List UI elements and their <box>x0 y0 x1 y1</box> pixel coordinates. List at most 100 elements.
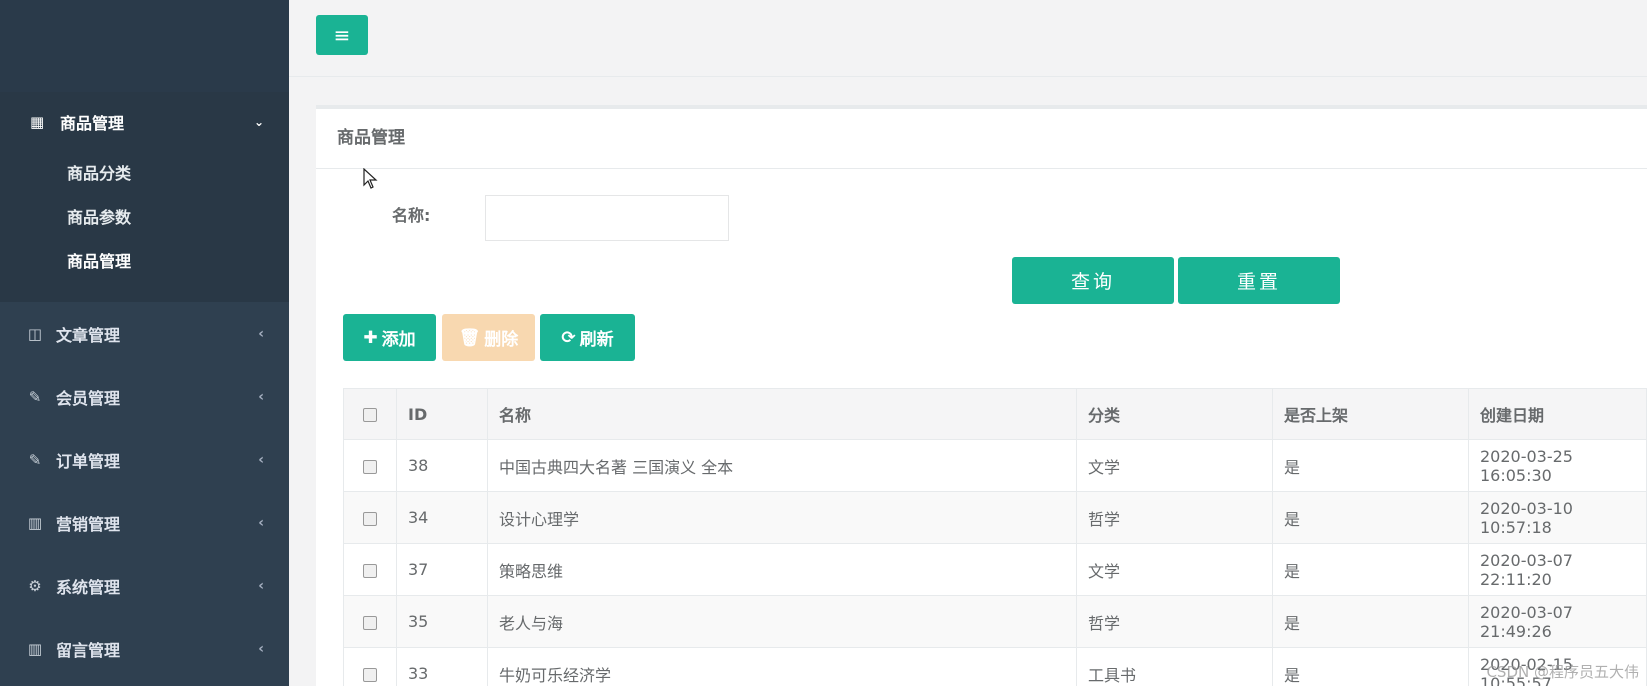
table-row[interactable]: 38 中国古典四大名著 三国演义 全本 文学 是 2020-03-25 16:0… <box>343 439 1647 492</box>
row-checkbox[interactable] <box>363 563 377 578</box>
name-label: 名称: <box>392 206 431 225</box>
sidebar-item-members[interactable]: ✎ 会员管理 ‹ <box>0 365 289 428</box>
goods-panel: 商品管理 名称: 查询 重置 ✚ 添加 🗑 删除 ⟳ 刷新 ID 名称 分类 是… <box>316 105 1647 686</box>
query-button[interactable]: 查询 <box>1012 257 1174 304</box>
cell-category: 哲学 <box>1076 491 1273 544</box>
cell-id: 33 <box>396 647 488 686</box>
cell-id: 37 <box>396 543 488 596</box>
table-row[interactable]: 33 牛奶可乐经济学 工具书 是 2020-02-15 10:55:57 <box>343 647 1647 686</box>
sidebar-item-label: 订单管理 <box>56 451 121 471</box>
sidebar-item-marketing[interactable]: ▥ 营销管理 ‹ <box>0 491 289 554</box>
cell-category: 工具书 <box>1076 647 1273 686</box>
cell-on-shelf: 是 <box>1272 439 1469 492</box>
sidebar-group-label: 商品管理 <box>60 114 125 133</box>
chevron-left-icon: ‹ <box>258 451 264 468</box>
row-checkbox[interactable] <box>363 667 377 682</box>
column-header-id[interactable]: ID <box>396 388 488 440</box>
sidebar-item-label: 系统管理 <box>56 577 121 597</box>
chevron-left-icon: ‹ <box>258 640 264 657</box>
chevron-left-icon: ‹ <box>258 514 264 531</box>
cell-name: 老人与海 <box>487 595 1077 648</box>
refresh-icon: ⟳ <box>561 327 576 348</box>
column-header-category[interactable]: 分类 <box>1076 388 1273 440</box>
sidebar-submenu: 商品分类 商品参数 商品管理 <box>0 152 289 302</box>
row-select-cell <box>343 647 397 686</box>
sidebar-item-label: 留言管理 <box>56 640 121 660</box>
sidebar-item-messages[interactable]: ▥ 留言管理 ‹ <box>0 617 289 680</box>
row-select-cell <box>343 595 397 648</box>
chevron-left-icon: ‹ <box>258 388 264 405</box>
sidebar-group-goods-header[interactable]: ▦ 商品管理 ⌄ <box>0 92 289 152</box>
sidebar-subitem-params[interactable]: 商品参数 <box>0 196 289 240</box>
sidebar-subitem-goods[interactable]: 商品管理 <box>0 240 289 284</box>
refresh-button[interactable]: ⟳ 刷新 <box>540 314 635 361</box>
sidebar-item-articles[interactable]: ◫ 文章管理 ‹ <box>0 302 289 365</box>
hamburger-icon: ≡ <box>333 23 351 47</box>
add-button-label: 添加 <box>381 330 416 350</box>
sidebar-item-system[interactable]: ⚙ 系统管理 ‹ <box>0 554 289 617</box>
gear-icon: ⚙ <box>28 576 42 595</box>
edit-icon: ✎ <box>28 387 42 406</box>
row-select-cell <box>343 439 397 492</box>
trash-icon: 🗑 <box>458 327 481 348</box>
bar-chart-icon: ▥ <box>27 639 43 658</box>
column-header-on-shelf[interactable]: 是否上架 <box>1272 388 1469 440</box>
select-all-cell <box>343 388 397 440</box>
row-select-cell <box>343 491 397 544</box>
sidebar-item-label: 会员管理 <box>56 388 121 408</box>
name-search-input[interactable] <box>485 195 729 241</box>
watermark: CSDN @程序员五大伟 <box>1486 663 1639 681</box>
topbar: ≡ <box>289 0 1647 77</box>
table-row[interactable]: 37 策略思维 文学 是 2020-03-07 22:11:20 <box>343 543 1647 596</box>
column-header-name[interactable]: 名称 <box>487 388 1077 440</box>
chevron-left-icon: ‹ <box>258 577 264 594</box>
panel-title: 商品管理 <box>316 109 1647 169</box>
cell-on-shelf: 是 <box>1272 543 1469 596</box>
sidebar-subitem-category[interactable]: 商品分类 <box>0 152 289 196</box>
cell-created: 2020-03-07 21:49:26 <box>1468 595 1647 648</box>
edit-icon: ✎ <box>28 450 42 469</box>
row-checkbox[interactable] <box>363 615 377 630</box>
delete-button[interactable]: 🗑 删除 <box>442 314 535 361</box>
cell-name: 中国古典四大名著 三国演义 全本 <box>487 439 1077 492</box>
cell-name: 设计心理学 <box>487 491 1077 544</box>
cell-category: 文学 <box>1076 543 1273 596</box>
reset-button[interactable]: 重置 <box>1178 257 1340 304</box>
mouse-cursor-icon <box>363 168 378 189</box>
sidebar-item-orders[interactable]: ✎ 订单管理 ‹ <box>0 428 289 491</box>
plus-icon: ✚ <box>363 327 378 348</box>
cell-created: 2020-03-07 22:11:20 <box>1468 543 1647 596</box>
table-icon: ▦ <box>30 113 45 131</box>
cell-on-shelf: 是 <box>1272 647 1469 686</box>
chevron-left-icon: ‹ <box>258 325 264 342</box>
sidebar: ▦ 商品管理 ⌄ 商品分类 商品参数 商品管理 ◫ 文章管理 ‹ ✎ 会员管理 … <box>0 0 289 686</box>
goods-table: ID 名称 分类 是否上架 创建日期 38 中国古典四大名著 三国演义 全本 文… <box>343 388 1647 686</box>
table-row[interactable]: 35 老人与海 哲学 是 2020-03-07 21:49:26 <box>343 595 1647 648</box>
cell-on-shelf: 是 <box>1272 595 1469 648</box>
row-checkbox[interactable] <box>363 459 377 474</box>
cell-category: 哲学 <box>1076 595 1273 648</box>
sidebar-item-label: 营销管理 <box>56 514 121 534</box>
bar-chart-icon: ▥ <box>27 513 43 532</box>
columns-icon: ◫ <box>27 324 43 343</box>
sidebar-group-goods: ▦ 商品管理 ⌄ 商品分类 商品参数 商品管理 <box>0 92 289 302</box>
cell-on-shelf: 是 <box>1272 491 1469 544</box>
cell-category: 文学 <box>1076 439 1273 492</box>
add-button[interactable]: ✚ 添加 <box>343 314 436 361</box>
cell-name: 策略思维 <box>487 543 1077 596</box>
delete-button-label: 删除 <box>484 330 519 350</box>
cell-id: 35 <box>396 595 488 648</box>
cell-id: 38 <box>396 439 488 492</box>
column-header-created[interactable]: 创建日期 <box>1468 388 1647 440</box>
select-all-checkbox[interactable] <box>363 408 377 422</box>
table-row[interactable]: 34 设计心理学 哲学 是 2020-03-10 10:57:18 <box>343 491 1647 544</box>
chevron-down-icon: ⌄ <box>253 115 264 129</box>
cell-id: 34 <box>396 491 488 544</box>
sidebar-logo-area <box>0 0 289 92</box>
refresh-button-label: 刷新 <box>579 330 614 350</box>
sidebar-item-label: 文章管理 <box>56 325 121 345</box>
cell-created: 2020-03-10 10:57:18 <box>1468 491 1647 544</box>
row-select-cell <box>343 543 397 596</box>
menu-toggle-button[interactable]: ≡ <box>316 15 368 55</box>
row-checkbox[interactable] <box>363 511 377 526</box>
